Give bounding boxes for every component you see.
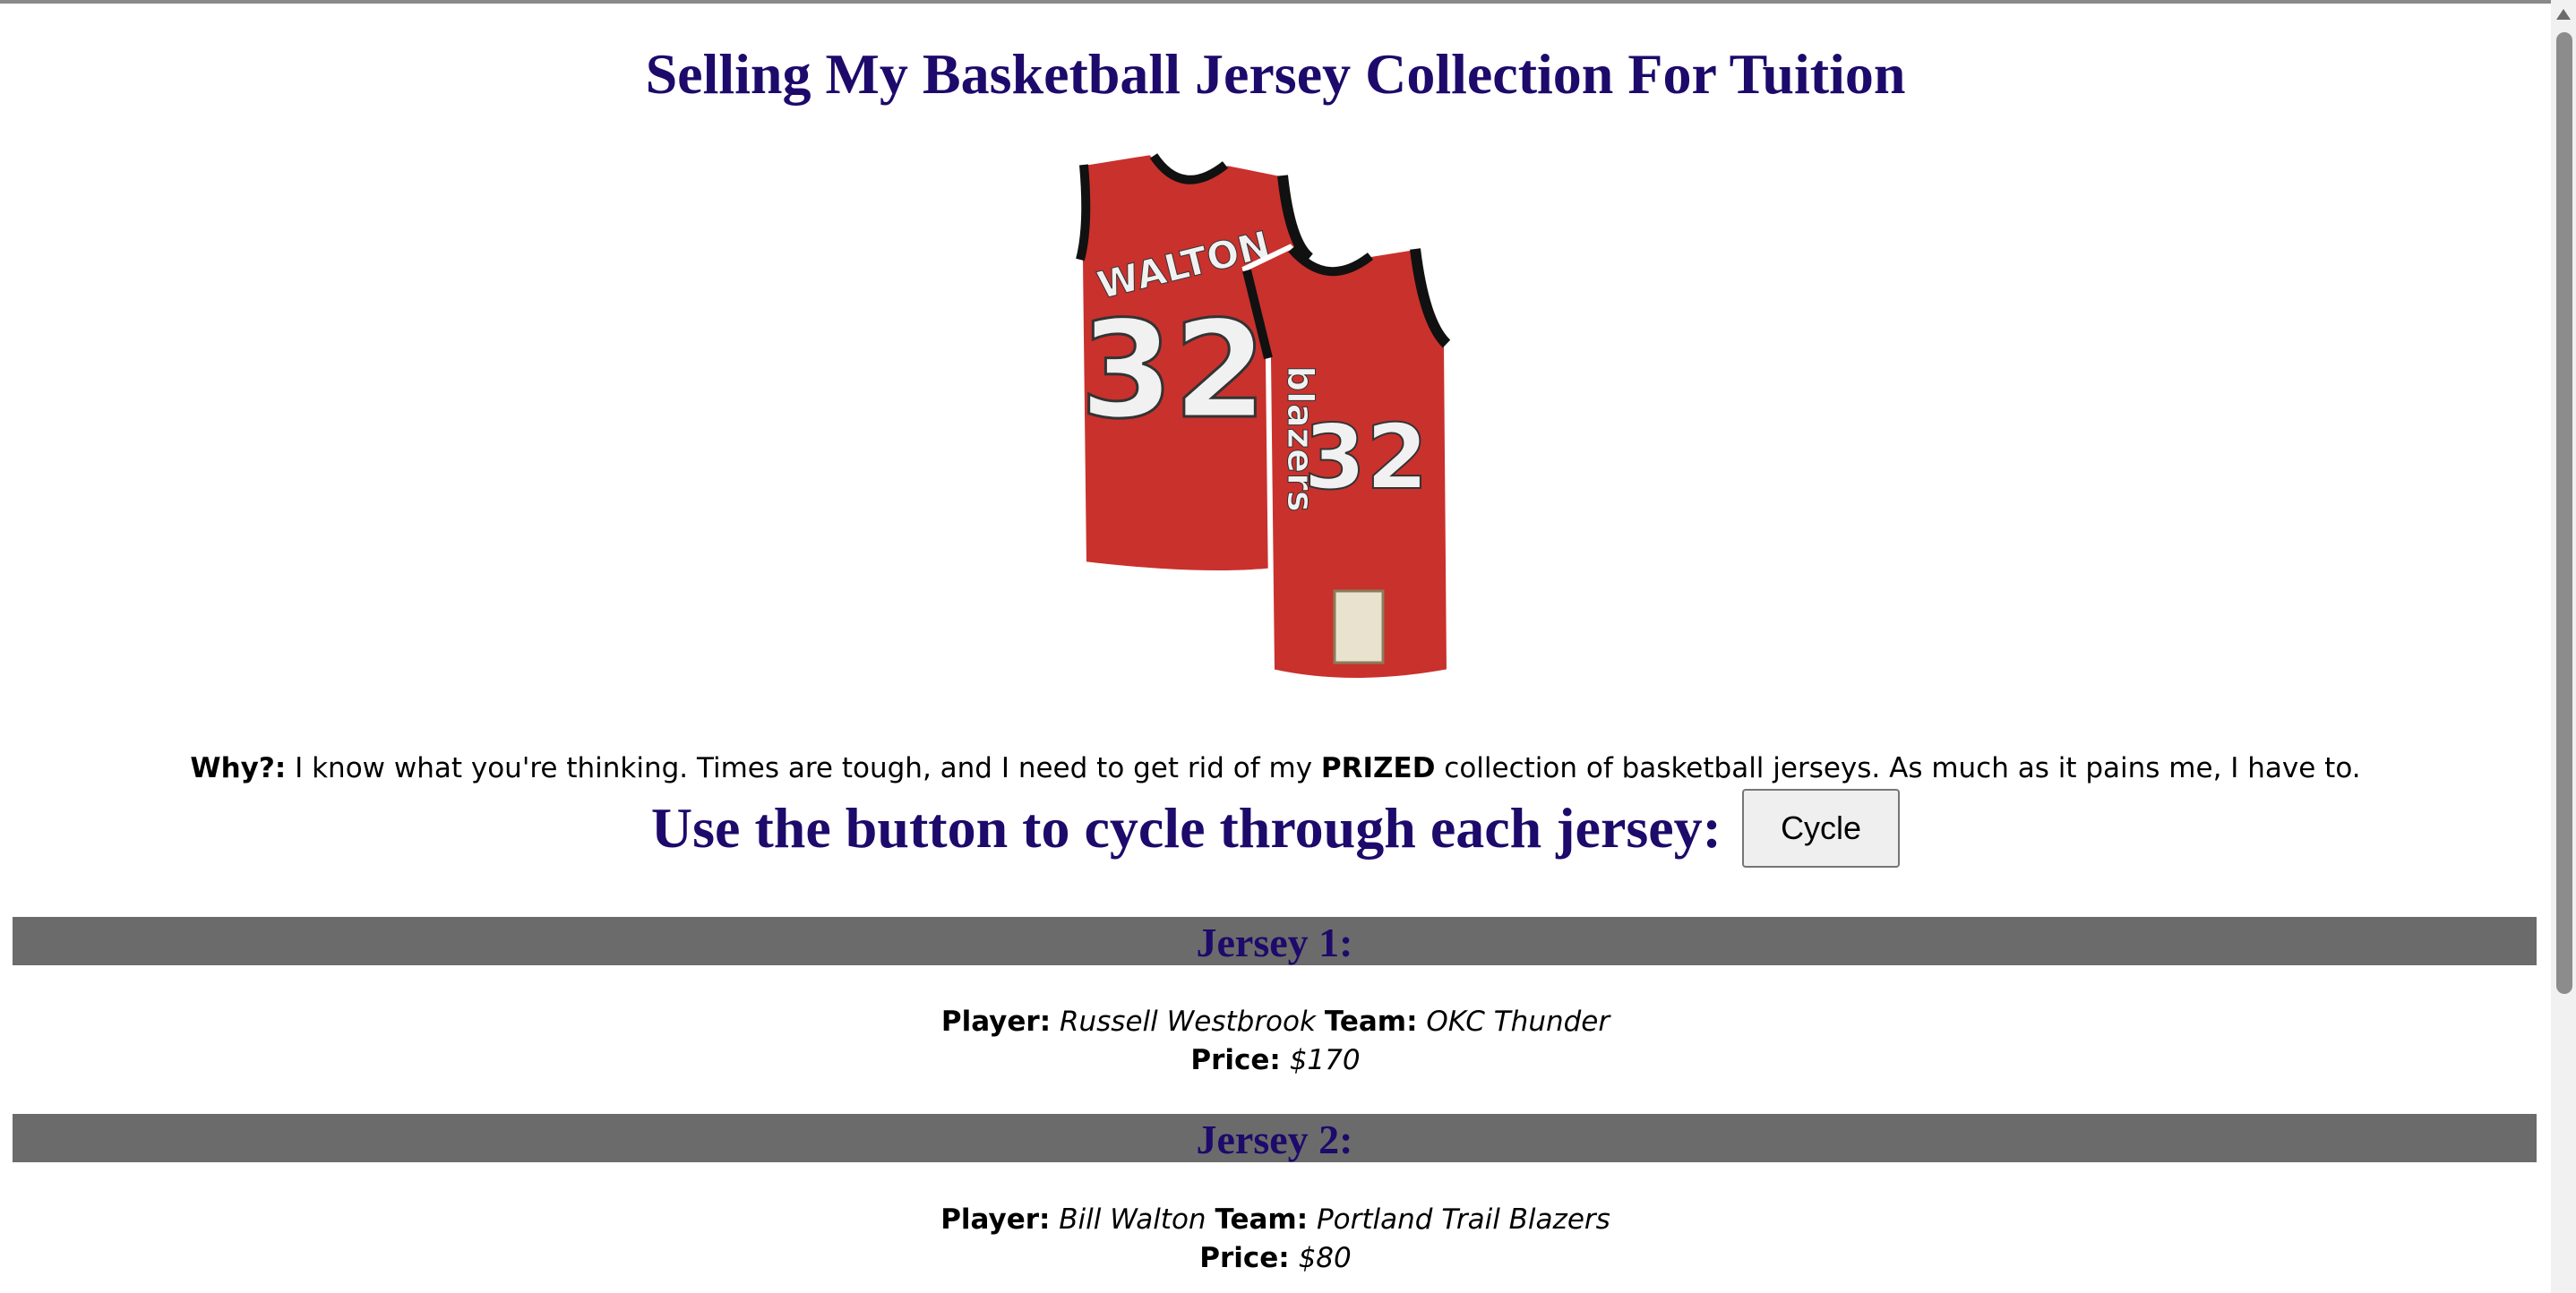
page-content: Selling My Basketball Jersey Collection …: [0, 0, 2551, 1293]
cycle-row: Use the button to cycle through each jer…: [0, 788, 2551, 878]
cycle-heading: Use the button to cycle through each jer…: [650, 796, 1722, 860]
jersey-1-details: Player: Russell Westbrook Team: OKC Thun…: [0, 1003, 2551, 1080]
team-label: Team:: [1215, 1203, 1309, 1236]
why-text-before: I know what you're thinking. Times are t…: [295, 752, 1313, 784]
price-label: Price:: [1190, 1044, 1281, 1076]
page-title: Selling My Basketball Jersey Collection …: [645, 42, 1906, 106]
jersey-1-price-line: Price: $170: [0, 1041, 2551, 1080]
jersey-image: WALTON 32 blazers 32: [1076, 149, 1453, 681]
jersey-2-heading: Jersey 2:: [13, 1114, 2537, 1162]
jersey-2-details: Player: Bill Walton Team: Portland Trail…: [0, 1201, 2551, 1278]
price-label: Price:: [1199, 1242, 1290, 1274]
jersey-back-number: 32: [1080, 293, 1267, 449]
why-emphasis: PRIZED: [1320, 752, 1436, 784]
jersey-1-player-team-line: Player: Russell Westbrook Team: OKC Thun…: [0, 1003, 2551, 1041]
why-text-after: collection of basketball jerseys. As muc…: [1444, 752, 2361, 784]
jersey-2-price-line: Price: $80: [0, 1239, 2551, 1278]
scrollbar-thumb[interactable]: [2556, 32, 2572, 994]
jersey-2-price: $80: [1298, 1242, 1352, 1274]
player-label: Player:: [940, 1006, 1052, 1038]
jersey-2-player-team-line: Player: Bill Walton Team: Portland Trail…: [0, 1201, 2551, 1239]
jersey-1-heading: Jersey 1:: [13, 917, 2537, 965]
jersey-1-player: Russell Westbrook: [1059, 1006, 1316, 1038]
scroll-up-arrow-icon[interactable]: [2556, 9, 2571, 20]
cycle-button[interactable]: Cycle: [1742, 789, 1901, 868]
jersey-2-team: Portland Trail Blazers: [1316, 1203, 1610, 1236]
jersey-tag: [1333, 589, 1385, 664]
jersey-1-price: $170: [1289, 1044, 1361, 1076]
why-paragraph: Why?: I know what you're thinking. Times…: [0, 744, 2551, 792]
team-label: Team:: [1324, 1006, 1418, 1038]
jersey-2-player: Bill Walton: [1059, 1203, 1206, 1236]
why-label: Why?:: [190, 752, 287, 784]
player-label: Player:: [940, 1203, 1051, 1236]
jersey-1-team: OKC Thunder: [1426, 1006, 1610, 1038]
jersey-front: blazers 32: [1241, 244, 1453, 681]
vertical-scrollbar[interactable]: [2551, 0, 2576, 1293]
jersey-front-number: 32: [1303, 405, 1428, 509]
